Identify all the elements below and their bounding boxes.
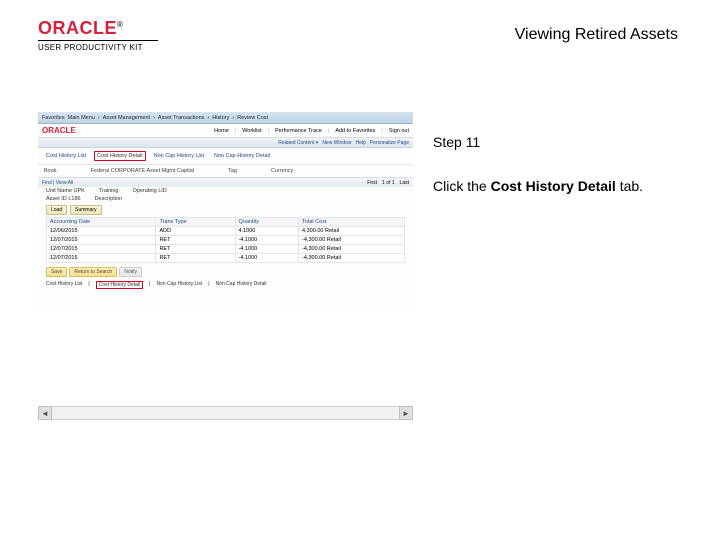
unit-training: Training: [99, 188, 119, 194]
find-bar: Find | View All First 1 of 1 Last: [38, 177, 413, 187]
book-label: Book: [44, 168, 57, 174]
breadcrumb-item[interactable]: Main Menu: [68, 115, 95, 121]
nav-link[interactable]: Home: [214, 128, 229, 134]
last-link[interactable]: Last: [400, 180, 409, 186]
table-row[interactable]: 12/07/2015 RET -4.1000 -4,300.00 Retail: [47, 254, 405, 263]
return-to-search-button[interactable]: Return to Search: [69, 267, 117, 277]
scroll-left-icon[interactable]: ◄: [38, 406, 52, 420]
oracle-logo-text: ORACLE: [38, 18, 117, 38]
load-button[interactable]: Load: [46, 205, 67, 215]
page-tabs: Cost History List Cost History Detail No…: [38, 148, 413, 164]
instruction-pre: Click the: [433, 178, 491, 194]
bottom-tab-cost-detail[interactable]: Cost History Detail: [96, 281, 143, 289]
operating-label: Operating LID: [133, 188, 167, 194]
tag-label: Tag: [228, 168, 237, 174]
currency-label: Currency: [271, 168, 293, 174]
page-title: Viewing Retired Assets: [515, 26, 678, 44]
instruction-post: tab.: [616, 178, 643, 194]
find-viewall-link[interactable]: Find | View All: [42, 180, 362, 186]
tool-subbar: Related Content ▾ New Window Help Person…: [38, 138, 413, 148]
help-link[interactable]: Help: [356, 140, 366, 146]
breadcrumb-item[interactable]: Asset Transactions: [158, 115, 204, 121]
kit-label: USER PRODUCTIVITY KIT: [38, 40, 158, 52]
save-button[interactable]: Save: [46, 267, 67, 277]
embedded-screenshot: Favorites Main Menu› Asset Management› A…: [38, 112, 413, 308]
scroll-track[interactable]: [52, 406, 399, 420]
horizontal-scrollbar[interactable]: ◄ ►: [38, 406, 413, 420]
breadcrumb-item[interactable]: Asset Management: [103, 115, 150, 121]
tab-non-cap-history-list[interactable]: Non Cap History List: [152, 152, 206, 160]
cost-history-table: Accounting Date Trans Type Quantity Tota…: [46, 217, 405, 263]
notify-button[interactable]: Notify: [119, 267, 142, 277]
bottom-tab-cost-list[interactable]: Cost History List: [46, 281, 82, 289]
nav-link[interactable]: Add to Favorites: [335, 128, 375, 134]
oracle-mini-logo: ORACLE: [42, 126, 76, 135]
col-accounting-date[interactable]: Accounting Date: [47, 218, 156, 227]
table-row[interactable]: 12/07/2015 RET -4.1000 -4,300.00 Retail: [47, 236, 405, 245]
unit-label: Unit Name UPK: [46, 188, 85, 194]
nav-link[interactable]: Sign out: [389, 128, 409, 134]
step-label: Step 11: [433, 134, 480, 150]
action-buttons: Save Return to Search Notify: [38, 263, 413, 279]
breadcrumb-item[interactable]: Favorites: [42, 115, 65, 121]
related-content-link[interactable]: Related Content ▾: [278, 140, 318, 146]
nav-link[interactable]: Worklist: [242, 128, 261, 134]
scroll-right-icon[interactable]: ►: [399, 406, 413, 420]
personalize-link[interactable]: Personalize Page: [370, 140, 409, 146]
description-label: Description: [95, 196, 123, 202]
col-total-cost[interactable]: Total Cost: [299, 218, 405, 227]
nav-link[interactable]: Performance Trace: [275, 128, 322, 134]
oracle-tm: ®: [117, 20, 123, 29]
oracle-logo: ORACLE®: [38, 18, 158, 39]
tab-cost-history-detail[interactable]: Cost History Detail: [94, 151, 146, 161]
first-link[interactable]: First: [367, 180, 377, 186]
bottom-tab-noncap-list[interactable]: Non Cap History List: [156, 281, 202, 289]
summary-button[interactable]: Summary: [70, 205, 101, 215]
breadcrumb-item[interactable]: History: [212, 115, 229, 121]
tab-cost-history-list[interactable]: Cost History List: [44, 152, 88, 160]
tab-non-cap-history-detail[interactable]: Non Cap History Detail: [212, 152, 272, 160]
table-row[interactable]: 12/07/2015 RET -4.1000 -4,300.00 Retail: [47, 245, 405, 254]
table-row[interactable]: 12/06/2015 ADD 4.1000 4,300.00 Retail: [47, 227, 405, 236]
bottom-tab-links: Cost History List| Cost History Detail| …: [38, 279, 413, 291]
breadcrumb-bar: Favorites Main Menu› Asset Management› A…: [38, 112, 413, 124]
instruction-text: Click the Cost History Detail tab.: [433, 178, 643, 194]
app-header: ORACLE Home| Worklist| Performance Trace…: [38, 124, 413, 138]
instruction-bold: Cost History Detail: [491, 178, 616, 194]
breadcrumb-item[interactable]: Review Cost: [237, 115, 268, 121]
bottom-tab-noncap-detail[interactable]: Non Cap History Detail: [216, 281, 267, 289]
asset-id-label: Asset ID L186: [46, 196, 81, 202]
col-trans-type[interactable]: Trans Type: [156, 218, 235, 227]
book-text: Federal CORPORATE Asset Mgmt Capital: [91, 168, 195, 174]
new-window-link[interactable]: New Window: [322, 140, 351, 146]
record-range: 1 of 1: [382, 180, 395, 186]
col-quantity[interactable]: Quantity: [235, 218, 299, 227]
